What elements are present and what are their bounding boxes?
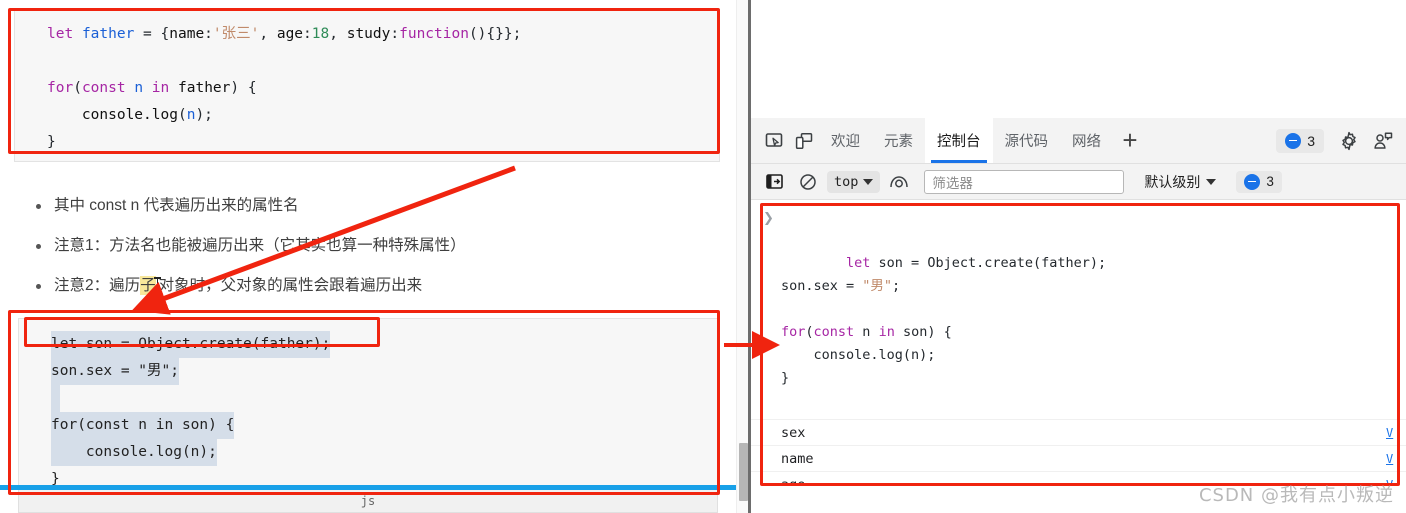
tab-elements[interactable]: 元素 bbox=[872, 118, 925, 163]
live-expression-icon[interactable] bbox=[884, 167, 914, 197]
issues-count: 3 bbox=[1307, 132, 1315, 149]
tab-label: 控制台 bbox=[937, 134, 981, 150]
tab-network[interactable]: 网络 bbox=[1060, 118, 1113, 163]
console-log-text: sex bbox=[781, 425, 806, 441]
more-tabs-plus-icon[interactable]: + bbox=[1113, 124, 1147, 158]
execution-context-value: top bbox=[834, 173, 859, 190]
issues-badge[interactable]: 3 bbox=[1276, 128, 1324, 153]
bullet-text-0: 其中 const n 代表遍历出来的属性名 bbox=[54, 197, 299, 214]
log-level-select[interactable]: 默认级别 bbox=[1138, 169, 1222, 195]
message-bubble-icon bbox=[1285, 132, 1302, 149]
screenshot-root: let father = {name:'张三', age:18, study:f… bbox=[0, 0, 1406, 513]
list-item: 注意1：方法名也能被遍历出来（它其实也算一种特殊属性） bbox=[32, 226, 672, 266]
editor-footer: js bbox=[18, 490, 718, 513]
list-item: 其中 const n 代表遍历出来的属性名 bbox=[32, 186, 672, 226]
devtools-panel: 欢迎 元素 控制台 源代码 网络 + 3 top 筛选器 默认级别 3 ❯ le… bbox=[751, 0, 1406, 513]
execution-context-select[interactable]: top bbox=[827, 170, 881, 193]
source-link[interactable]: V bbox=[1386, 446, 1404, 472]
tab-label: 元素 bbox=[884, 134, 913, 150]
console-sidebar-icon[interactable] bbox=[759, 167, 789, 197]
chevron-down-icon bbox=[863, 178, 874, 185]
devtools-tabbar: 欢迎 元素 控制台 源代码 网络 + 3 bbox=[751, 118, 1406, 164]
chevron-down-icon bbox=[1206, 178, 1217, 185]
gear-icon[interactable] bbox=[1334, 126, 1364, 156]
message-count: 3 bbox=[1266, 174, 1274, 189]
console-log-row: name V bbox=[751, 446, 1406, 472]
tab-label: 网络 bbox=[1072, 134, 1101, 150]
feedback-icon[interactable] bbox=[1368, 126, 1398, 156]
input-chevron-icon: ❯ bbox=[763, 211, 774, 226]
tab-label: 欢迎 bbox=[831, 134, 860, 150]
inspect-element-icon[interactable] bbox=[759, 126, 789, 156]
console-message-count-badge[interactable]: 3 bbox=[1236, 170, 1282, 193]
console-filter-toolbar: top 筛选器 默认级别 3 bbox=[751, 164, 1406, 200]
watermark: CSDN @我有点小叛逆 bbox=[1198, 485, 1394, 506]
page-viewport-blank bbox=[751, 0, 1406, 118]
article-pane: let father = {name:'张三', age:18, study:f… bbox=[0, 0, 751, 513]
filter-placeholder: 筛选器 bbox=[932, 175, 973, 191]
tab-label: 源代码 bbox=[1004, 134, 1049, 150]
console-log-rows: sexVnameVageVstudyV bbox=[751, 420, 1406, 486]
clear-console-icon[interactable] bbox=[793, 167, 823, 197]
bullet-text-1: 注意1：方法名也能被遍历出来（它其实也算一种特殊属性） bbox=[54, 237, 466, 254]
code-block-son: let son = Object.create(father); son.sex… bbox=[18, 318, 718, 498]
bullet-text-2: 注意2：遍历子 对象时，父对象的属性会跟着遍历出来 bbox=[54, 276, 423, 295]
console-log-text: age bbox=[781, 477, 806, 486]
console-input-code: let son = Object.create(father); son.sex… bbox=[781, 255, 1107, 386]
log-level-label: 默认级别 bbox=[1144, 173, 1201, 190]
console-input-entry: ❯ let son = Object.create(father); son.s… bbox=[751, 200, 1406, 420]
console-log-row: sex V bbox=[751, 420, 1406, 446]
filter-input[interactable]: 筛选器 bbox=[924, 169, 1125, 194]
tab-console[interactable]: 控制台 bbox=[925, 118, 993, 163]
list-item: 注意2：遍历子 对象时，父对象的属性会跟着遍历出来 bbox=[32, 266, 672, 306]
bullet-list: 其中 const n 代表遍历出来的属性名 注意1：方法名也能被遍历出来（它其实… bbox=[32, 186, 672, 306]
tab-sources[interactable]: 源代码 bbox=[993, 118, 1061, 163]
message-bubble-icon bbox=[1244, 173, 1261, 190]
code-block-father: let father = {name:'张三', age:18, study:f… bbox=[14, 10, 720, 162]
vertical-scrollbar-thumb[interactable] bbox=[739, 443, 748, 501]
console-output[interactable]: ❯ let son = Object.create(father); son.s… bbox=[751, 200, 1406, 486]
device-toolbar-icon[interactable] bbox=[789, 126, 819, 156]
source-link[interactable]: V bbox=[1386, 420, 1404, 446]
console-log-text: name bbox=[781, 451, 814, 467]
tab-welcome[interactable]: 欢迎 bbox=[819, 118, 872, 163]
editor-language-label: js bbox=[360, 494, 376, 508]
